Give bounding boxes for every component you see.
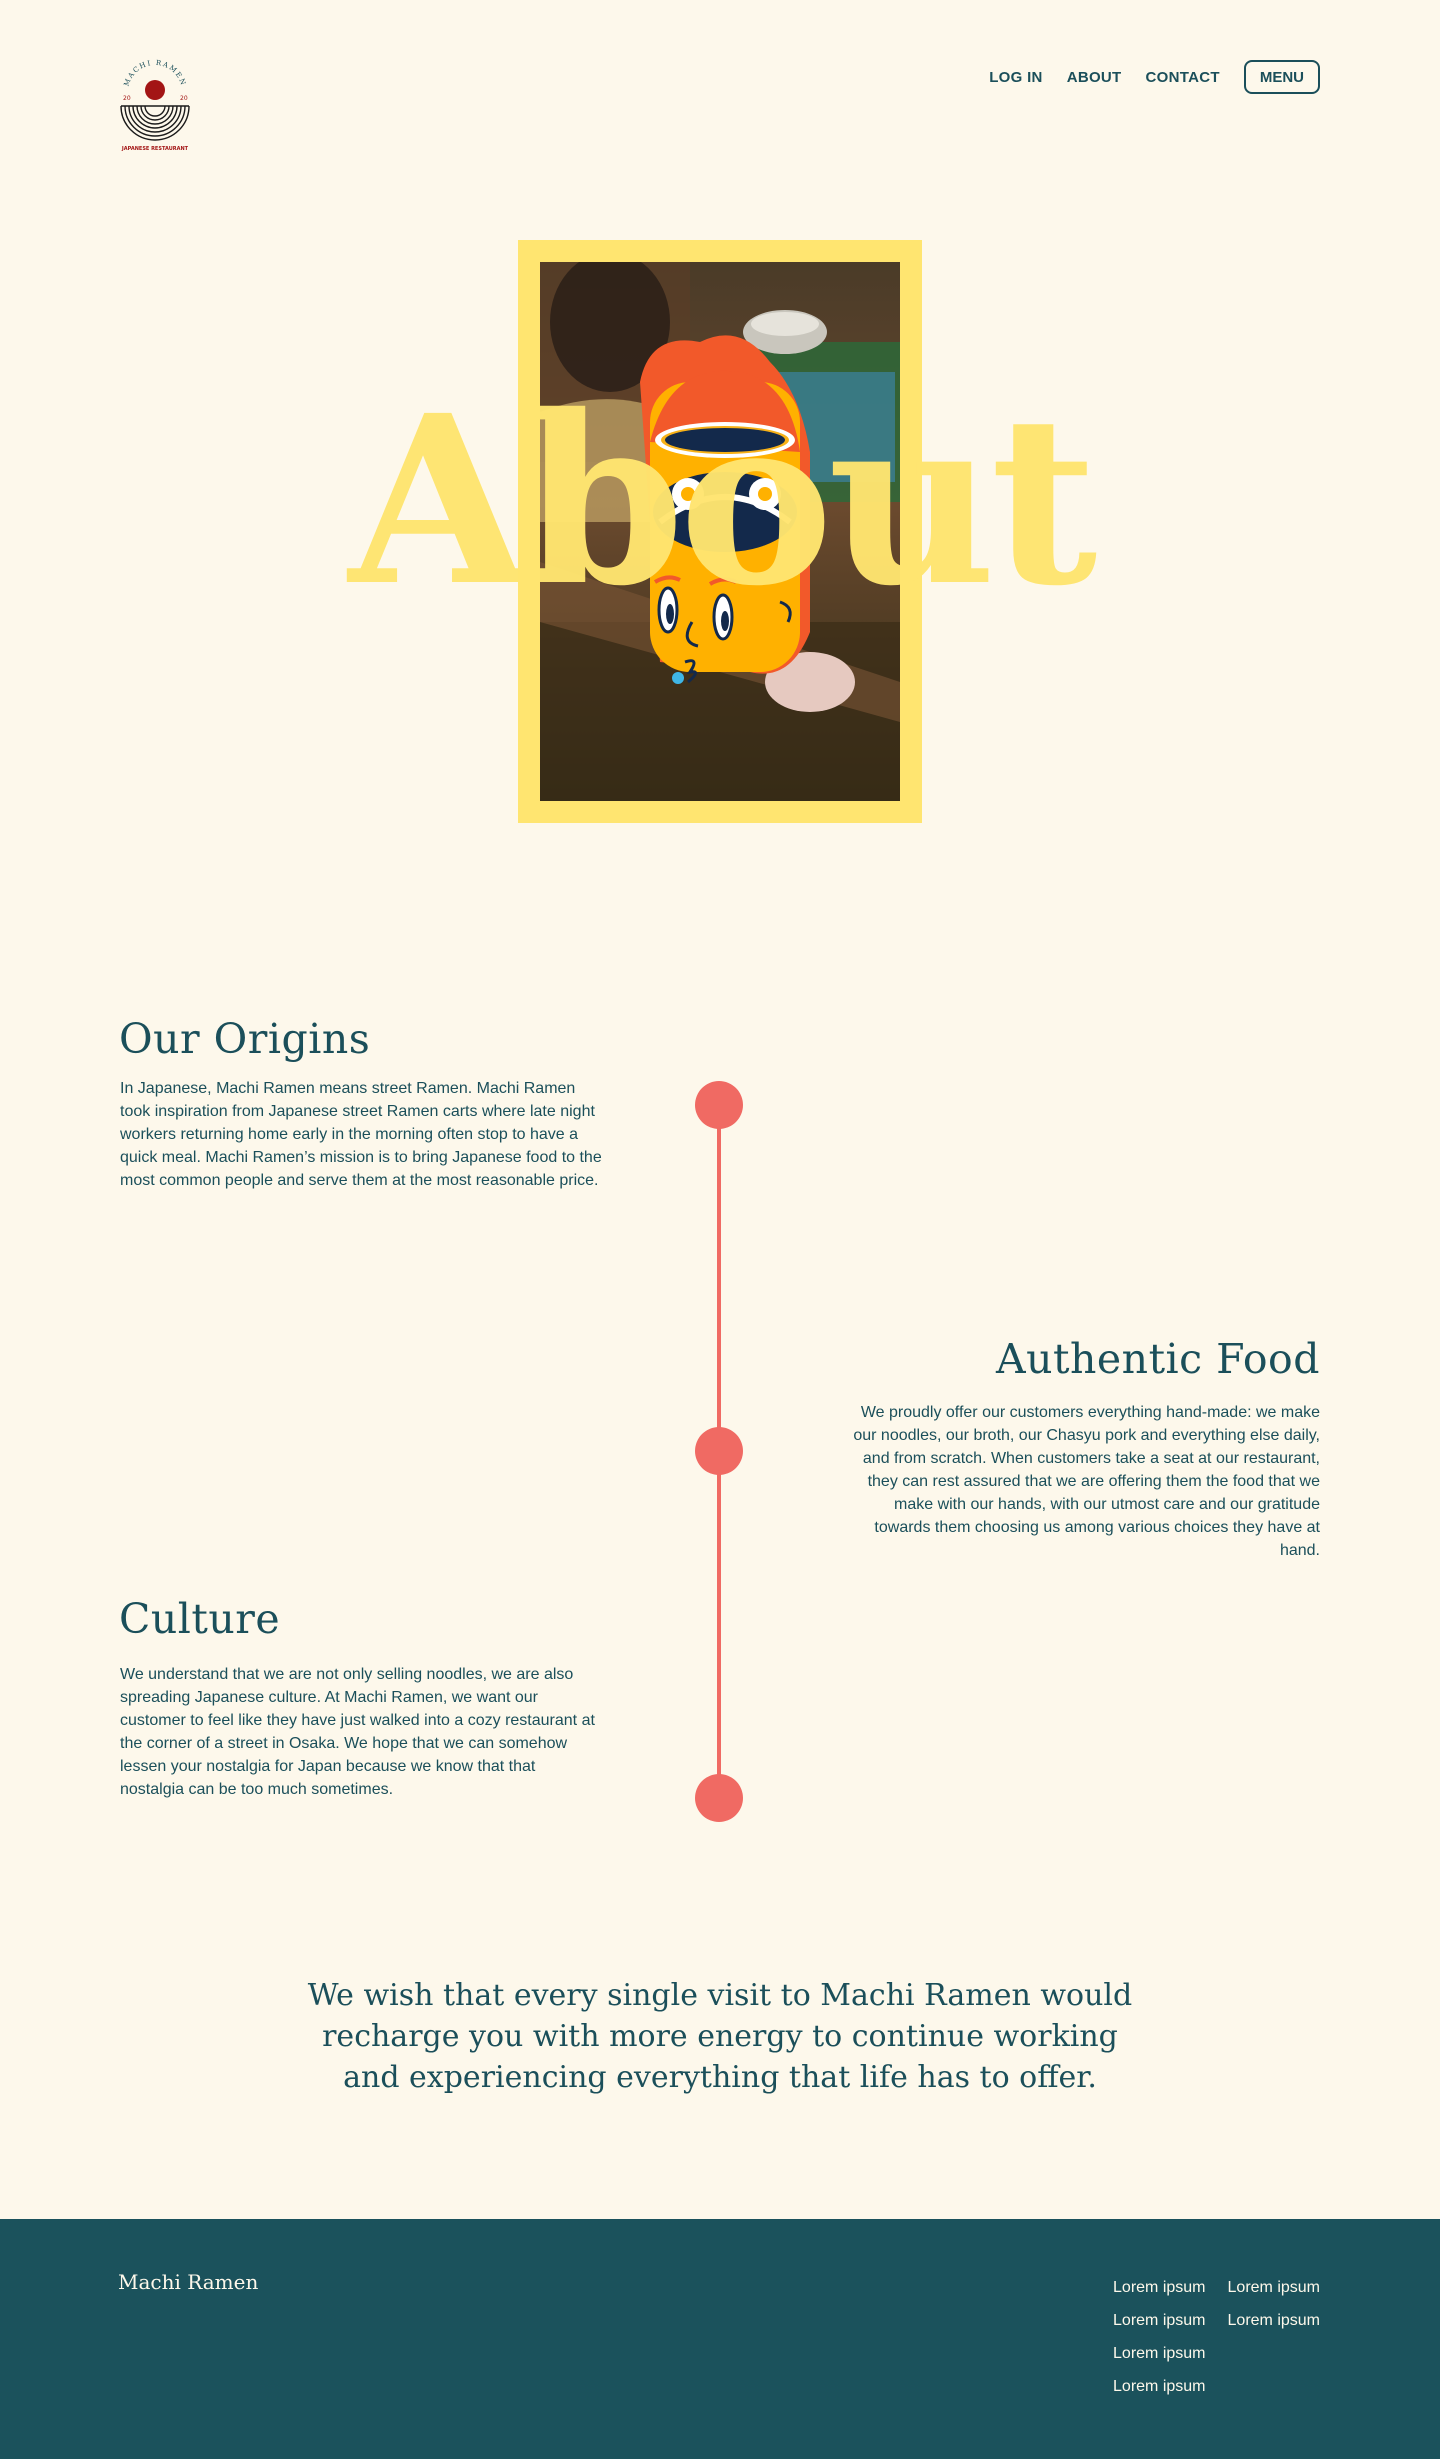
hero-photo xyxy=(540,262,900,801)
logo-year-left: 20 xyxy=(123,95,131,102)
footer-link[interactable]: Lorem ipsum xyxy=(1113,2278,1205,2298)
logo-emblem-icon: MACHI RAMEN 20 20 JAPANESE RESTAURANT xyxy=(120,59,190,152)
nav-contact-link[interactable]: CONTACT xyxy=(1146,69,1220,86)
menu-button[interactable]: MENU xyxy=(1243,60,1320,94)
logo-year-right: 20 xyxy=(180,95,188,102)
footer-brand[interactable]: Machi Ramen xyxy=(118,2270,258,2294)
machi-ramen-logo[interactable]: MACHI RAMEN 20 20 JAPANESE RESTAURANT xyxy=(118,56,192,156)
nav-login-link[interactable]: LOG IN xyxy=(989,69,1042,86)
hero-image-frame xyxy=(518,240,922,823)
footer-link[interactable]: Lorem ipsum xyxy=(1113,2311,1205,2331)
culture-title: Culture xyxy=(119,1595,281,1643)
logo-tagline: JAPANESE RESTAURANT xyxy=(121,146,189,152)
authentic-food-text: We proudly offer our customers everythin… xyxy=(853,1404,1320,1559)
origins-title: Our Origins xyxy=(119,1015,371,1063)
mission-quote: We wish that every single visit to Machi… xyxy=(307,1978,1133,2095)
main-nav: LOG IN ABOUT CONTACT MENU xyxy=(965,60,1320,94)
origins-text: In Japanese, Machi Ramen means street Ra… xyxy=(120,1080,602,1189)
timeline-dot-authentic-food xyxy=(695,1427,743,1475)
timeline-dot-culture xyxy=(695,1774,743,1822)
footer-link[interactable]: Lorem ipsum xyxy=(1228,2311,1320,2331)
footer: Machi Ramen Lorem ipsum Lorem ipsum Lore… xyxy=(0,2219,1440,2459)
footer-link[interactable]: Lorem ipsum xyxy=(1228,2278,1320,2298)
footer-link[interactable]: Lorem ipsum xyxy=(1113,2377,1205,2397)
nav-about-link[interactable]: ABOUT xyxy=(1067,69,1122,86)
timeline-dot-origins xyxy=(695,1081,743,1129)
culture-text: We understand that we are not only selli… xyxy=(120,1666,595,1798)
ramen-chef-illustration-icon xyxy=(540,262,900,801)
footer-links: Lorem ipsum Lorem ipsum Lorem ipsum Lore… xyxy=(1113,2278,1320,2397)
authentic-food-title: Authentic Food xyxy=(996,1335,1320,1383)
footer-link[interactable]: Lorem ipsum xyxy=(1113,2344,1205,2364)
